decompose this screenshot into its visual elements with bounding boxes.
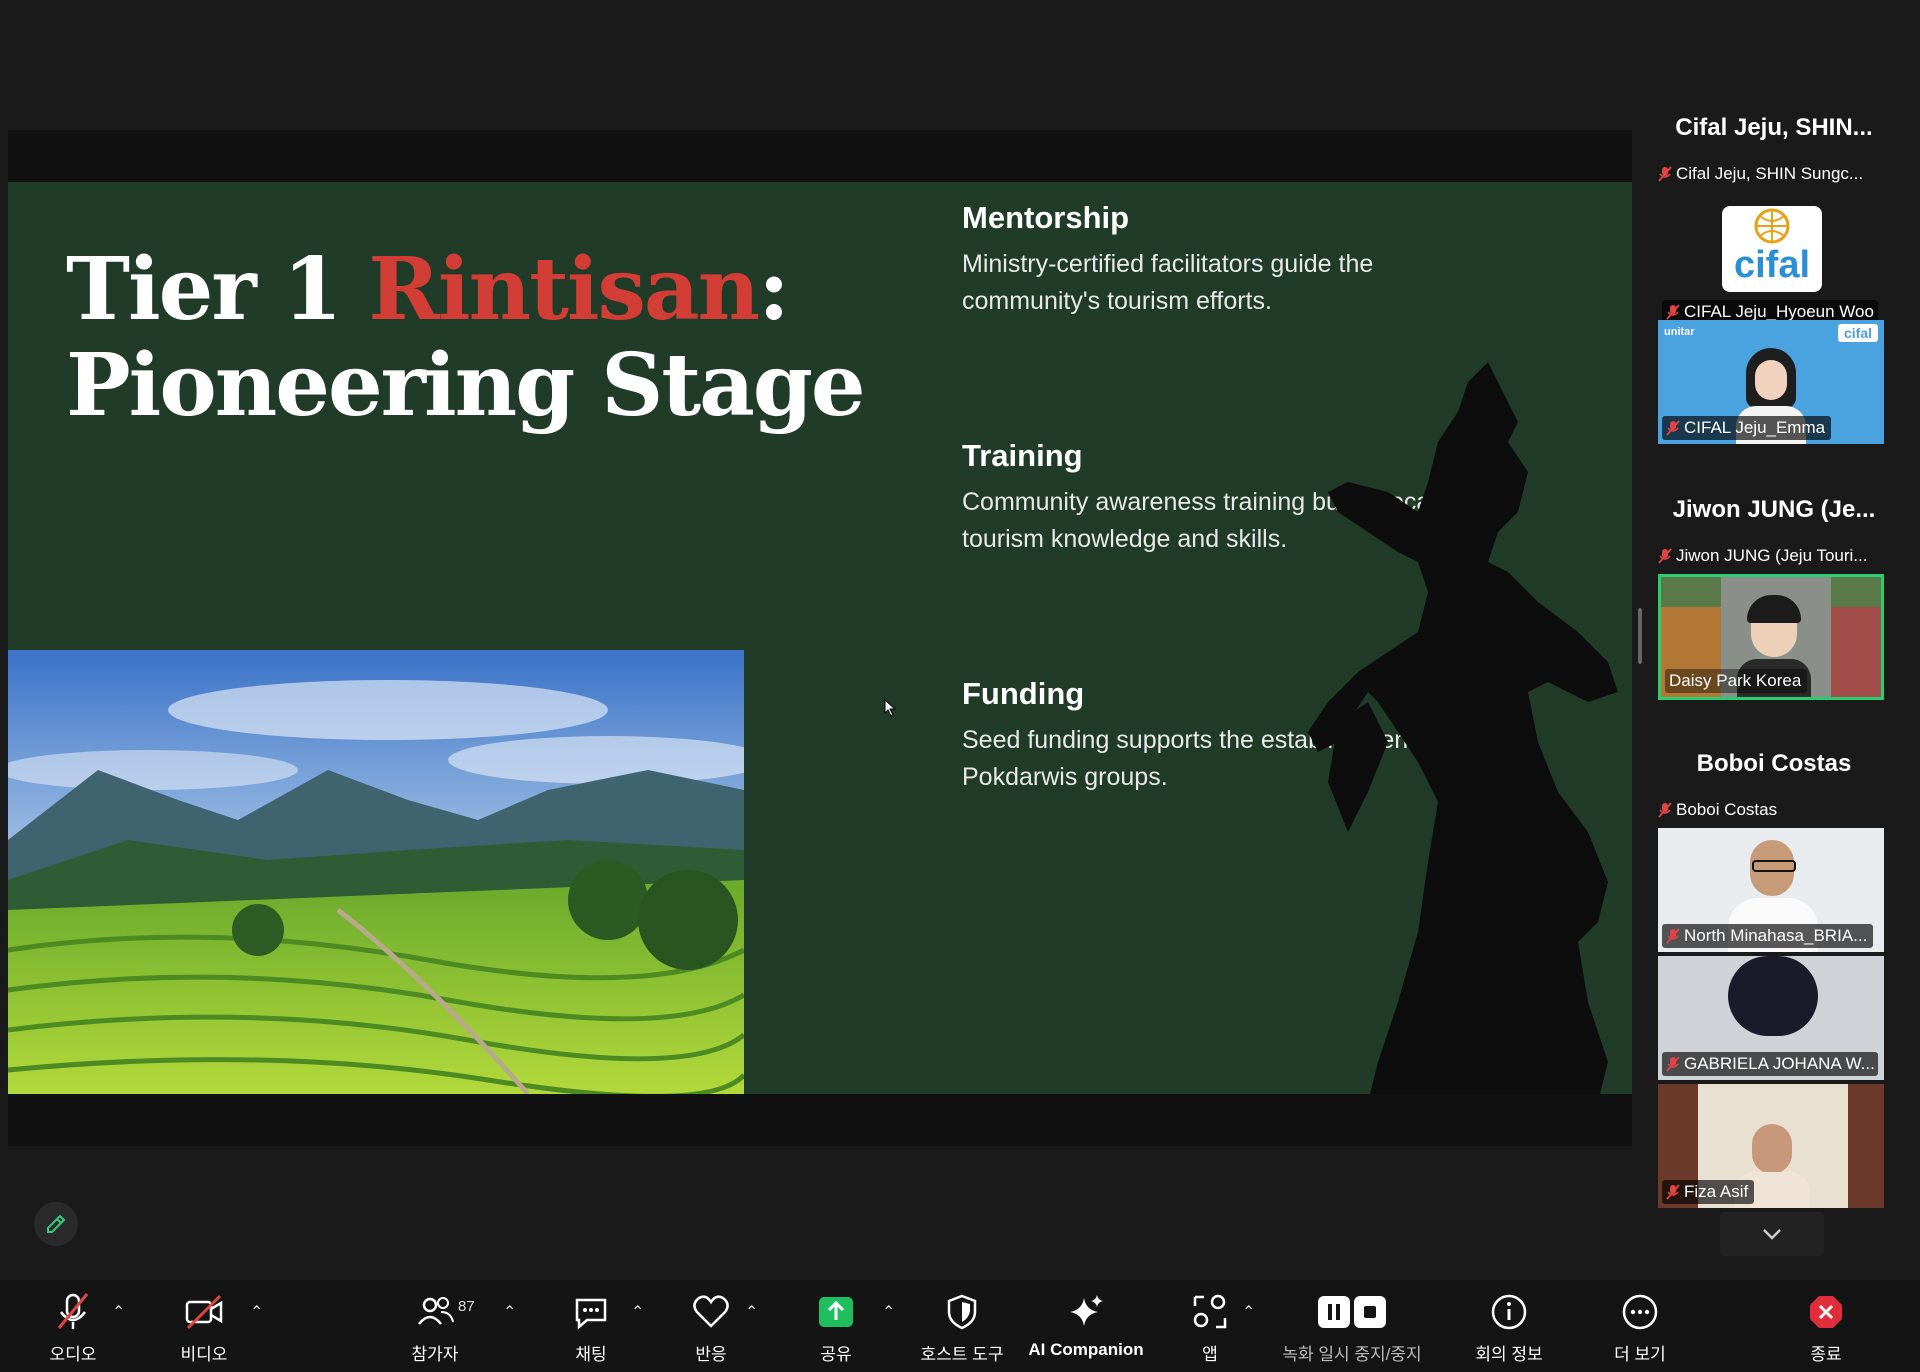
mic-muted-icon (1666, 304, 1680, 320)
video-tile[interactable]: unitar cifal CIFAL Jeju_Emma (1658, 320, 1884, 444)
resize-handle[interactable] (1638, 608, 1642, 664)
mouse-cursor (884, 699, 897, 717)
apps-options-caret[interactable]: ⌃ (1242, 1302, 1255, 1322)
group-title: Jiwon JUNG (Je... (1672, 496, 1876, 523)
pencil-icon (47, 1214, 66, 1233)
share-options-caret[interactable]: ⌃ (882, 1302, 895, 1322)
group-title: Cifal Jeju, SHIN... (1675, 114, 1873, 141)
gallery-scroll-down-button[interactable] (1720, 1212, 1824, 1256)
chat-button[interactable]: 채팅 (560, 1280, 622, 1372)
shield-icon (947, 1294, 977, 1330)
tile-label: Daisy Park Korea (1665, 669, 1808, 693)
participants-button[interactable]: 참가자 (400, 1280, 470, 1372)
dancer-silhouette (1308, 362, 1618, 1094)
video-button[interactable]: 비디오 (166, 1280, 242, 1372)
cifal-small-logo: cifal (1837, 324, 1878, 342)
chevron-down-icon (1763, 1229, 1781, 1240)
tile-label: GABRIELA JOHANA W... (1662, 1052, 1878, 1076)
reactions-button[interactable]: 반응 (680, 1280, 742, 1372)
participant-name-row[interactable]: Boboi Costas (1658, 800, 1884, 820)
active-speaker-tile[interactable]: Daisy Park Korea (1658, 574, 1884, 700)
end-meeting-button[interactable]: 종료 (1796, 1280, 1856, 1372)
glasses-icon (1752, 860, 1796, 872)
mic-muted-icon (1658, 802, 1672, 818)
person-face (1755, 360, 1787, 400)
recording-controls[interactable]: 녹화 일시 중지/중지 (1272, 1280, 1432, 1372)
participant-name-row[interactable]: Jiwon JUNG (Jeju Touri... (1658, 546, 1884, 566)
video-tile[interactable]: Fiza Asif (1658, 1084, 1884, 1208)
cifal-logo-text: cifal (1733, 244, 1811, 286)
video-tile[interactable]: North Minahasa_BRIA... (1658, 828, 1884, 952)
heart-icon (693, 1295, 729, 1328)
host-tools-button[interactable]: 호스트 도구 (912, 1280, 1012, 1372)
sparkle-icon (1070, 1295, 1103, 1326)
mic-muted-icon (57, 1293, 89, 1329)
video-tile[interactable]: GABRIELA JOHANA W... (1658, 956, 1884, 1080)
globe-icon (1754, 208, 1790, 244)
share-screen-icon (819, 1297, 853, 1327)
video-tile[interactable]: cifal CIFAL Jeju_Hyoeun Woo (1658, 204, 1884, 328)
more-icon (1622, 1294, 1658, 1330)
cifal-logo: cifal (1722, 206, 1822, 292)
chat-options-caret[interactable]: ⌃ (631, 1302, 644, 1322)
tile-label: Fiza Asif (1662, 1180, 1755, 1204)
mentorship-heading: Mentorship (962, 200, 1130, 235)
participant-gallery: Cifal Jeju, SHIN... Cifal Jeju, SHIN Sun… (1652, 100, 1896, 1260)
participants-options-caret[interactable]: ⌃ (503, 1302, 516, 1322)
meeting-toolbar: 오디오 ⌃ 비디오 ⌃ 참가자 87 ⌃ 채팅 ⌃ 반응 ⌃ 공유 ⌃ 호스트 … (0, 1280, 1920, 1372)
mentorship-item: Mentorship Ministry-certified facilitato… (962, 200, 1482, 320)
close-icon (1810, 1296, 1842, 1328)
share-button[interactable]: 공유 (805, 1280, 867, 1372)
mic-muted-icon (1666, 1184, 1680, 1200)
mic-muted-icon (1666, 928, 1680, 944)
ai-companion-button[interactable]: AI Companion (1026, 1280, 1146, 1372)
pause-stop-icon (1318, 1296, 1386, 1328)
title-highlight: Rintisan (368, 239, 760, 340)
slide-title: Tier 1 Rintisan: Pioneering Stage (66, 239, 866, 436)
chat-icon (575, 1298, 607, 1330)
participants-icon (418, 1297, 454, 1325)
more-button[interactable]: 더 보기 (1600, 1280, 1680, 1372)
mic-muted-icon (1658, 166, 1672, 182)
mic-muted-icon (1666, 420, 1680, 436)
presentation-slide: Tier 1 Rintisan: Pioneering Stage Mentor… (8, 182, 1632, 1094)
unitar-logo: unitar (1664, 326, 1695, 338)
annotate-button[interactable] (34, 1202, 78, 1246)
audio-button[interactable]: 오디오 (30, 1280, 116, 1372)
person-face (1752, 1124, 1792, 1174)
participant-name-row[interactable]: Cifal Jeju, SHIN Sungc... (1658, 164, 1884, 184)
participants-count: 87 (458, 1298, 475, 1315)
person-hair (1728, 956, 1818, 1036)
flowers-right (1831, 607, 1881, 697)
video-options-caret[interactable]: ⌃ (250, 1302, 263, 1322)
audio-options-caret[interactable]: ⌃ (112, 1302, 125, 1322)
mic-muted-icon (1666, 1056, 1680, 1072)
tile-label: North Minahasa_BRIA... (1662, 924, 1874, 948)
mentorship-text: Ministry-certified facilitators guide th… (962, 250, 1374, 315)
info-icon (1491, 1294, 1527, 1330)
mic-muted-icon (1658, 548, 1672, 564)
reactions-options-caret[interactable]: ⌃ (745, 1302, 758, 1322)
video-off-icon (185, 1294, 223, 1330)
rice-terrace-image (8, 650, 744, 1094)
tile-label: CIFAL Jeju_Emma (1662, 416, 1832, 440)
apps-icon (1193, 1294, 1227, 1329)
meeting-info-button[interactable]: 회의 정보 (1466, 1280, 1552, 1372)
apps-button[interactable]: 앱 (1180, 1280, 1240, 1372)
group-title: Boboi Costas (1696, 750, 1852, 777)
